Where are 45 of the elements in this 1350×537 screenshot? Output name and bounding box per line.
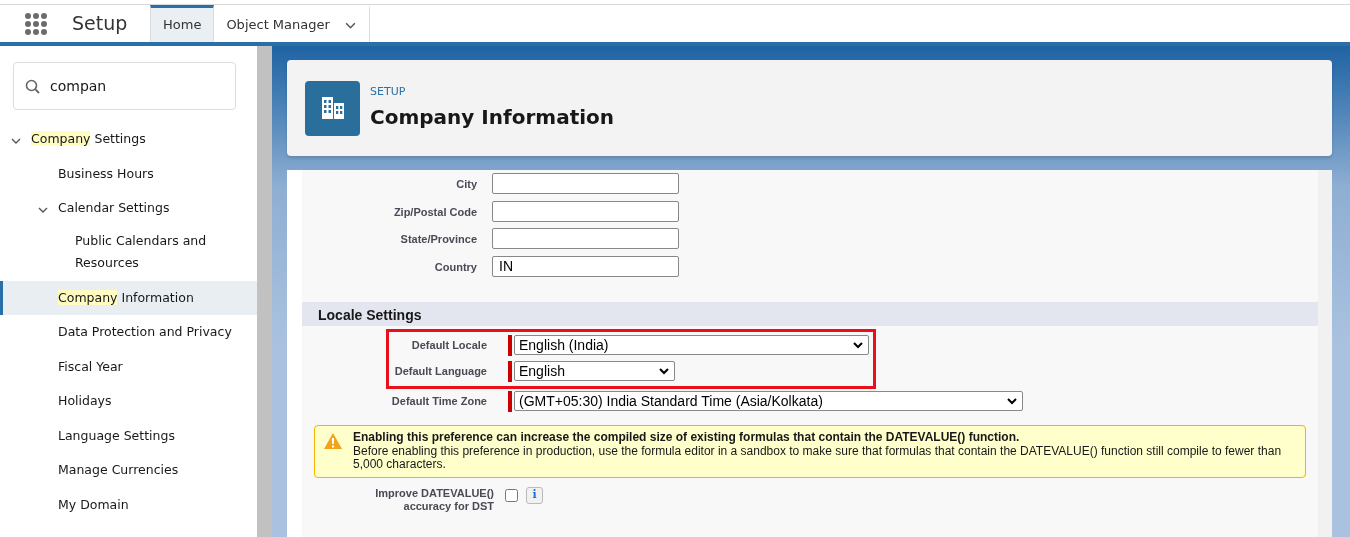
field-label: Country bbox=[433, 259, 478, 275]
tree-item[interactable]: Company Information bbox=[0, 280, 257, 315]
warning-title: Enabling this preference can increase the compiled size of existing formulas that contain the DATEVALUE() function. bbox=[353, 431, 1021, 445]
building-icon bbox=[305, 80, 360, 136]
text-input[interactable] bbox=[492, 228, 679, 249]
tree-item[interactable]: Company Settings bbox=[0, 122, 257, 157]
search-field[interactable]: compan bbox=[13, 62, 236, 110]
field-label: Default Locale bbox=[410, 338, 488, 353]
tree-item[interactable]: My Domain bbox=[0, 487, 257, 522]
chevron-down-icon bbox=[658, 365, 670, 377]
field-label: Default Language bbox=[393, 364, 488, 379]
tree-item[interactable]: Holidays bbox=[0, 384, 257, 419]
field-label: Improve DATEVALUE() accuracy for DST bbox=[374, 486, 495, 513]
field-label: Zip/Postal Code bbox=[392, 204, 478, 220]
checkbox[interactable] bbox=[505, 488, 518, 502]
scrollbar[interactable] bbox=[1318, 170, 1332, 537]
field-label: City bbox=[455, 177, 478, 192]
tree-item[interactable]: Business Hours bbox=[0, 156, 257, 191]
page-title: Company Information bbox=[370, 103, 615, 131]
search-icon bbox=[25, 79, 40, 94]
select-dropdown[interactable]: English (India) bbox=[514, 335, 869, 355]
warning-text: Before enabling this preference in production, use the formula editor in a sandbox to make sure that formulas that contain the DATEVALUE() function still compile to fewer than 5,000 characters. bbox=[353, 444, 1283, 472]
info-button[interactable]: i bbox=[526, 486, 543, 504]
text-input[interactable] bbox=[492, 200, 679, 222]
scrollbar[interactable] bbox=[257, 46, 272, 537]
breadcrumb-label: SETUP bbox=[370, 84, 407, 101]
tree-item[interactable]: Fiscal Year bbox=[0, 349, 257, 384]
select-dropdown[interactable]: (GMT+05:30) India Standard Time (Asia/Kolkata) bbox=[514, 391, 1023, 411]
tree-item[interactable]: Calendar Settings bbox=[0, 191, 257, 226]
field-label: State/Province bbox=[399, 232, 478, 247]
text-input[interactable]: IN bbox=[492, 255, 679, 277]
app-launcher-icon bbox=[24, 11, 48, 36]
field-label: Default Time Zone bbox=[390, 394, 488, 409]
tree-item[interactable]: Manage Currencies bbox=[0, 453, 257, 488]
tree-item[interactable]: Public Calendars and Resources bbox=[0, 225, 257, 281]
section-header: Locale Settings bbox=[302, 302, 1318, 326]
app-title: Setup bbox=[72, 11, 129, 37]
warning-icon bbox=[323, 432, 343, 450]
tree-item[interactable]: Data Protection and Privacy bbox=[0, 315, 257, 350]
chevron-down-icon bbox=[852, 339, 864, 351]
nav-tab[interactable]: Home bbox=[150, 5, 215, 42]
text-input[interactable] bbox=[492, 173, 679, 194]
select-dropdown[interactable]: English bbox=[514, 361, 675, 381]
chevron-down-icon bbox=[1006, 395, 1018, 407]
tree-item[interactable]: Language Settings bbox=[0, 418, 257, 453]
